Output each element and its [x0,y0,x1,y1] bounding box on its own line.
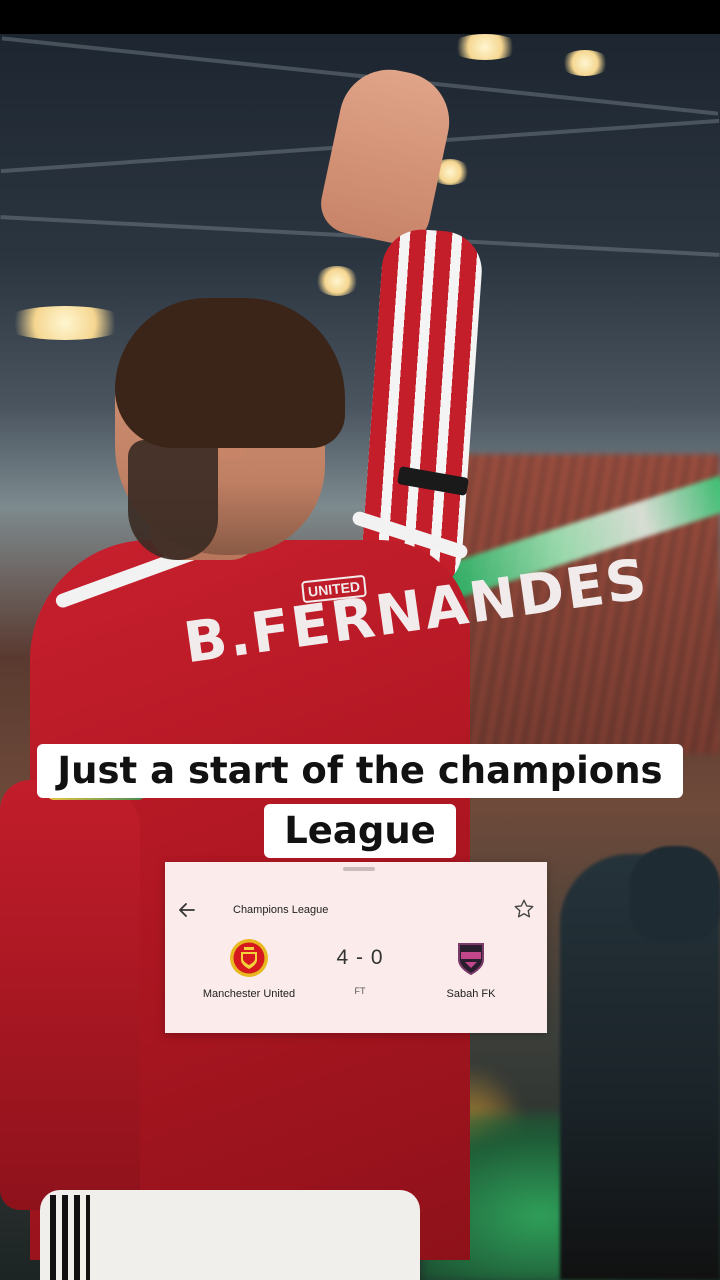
player-figure: UNITED B.FERNANDES [0,0,720,1280]
video-caption: Just a start of the champions League [0,744,720,858]
shorts-stripe [50,1195,90,1280]
star-icon[interactable] [513,898,535,924]
shorts [40,1190,420,1280]
beard [128,440,218,560]
match-status: FT [354,986,366,996]
raised-hand [315,60,459,250]
match-score: 4 - 0 [336,946,384,969]
away-team-name: Sabah FK [446,988,496,1000]
back-arrow-icon[interactable] [177,900,199,922]
hair [115,298,345,448]
match-result-card[interactable]: Champions League Manchester United 4 - 0… [165,862,547,1033]
home-team-name: Manchester United [202,988,296,1000]
away-team[interactable]: Sabah FK [411,938,531,1000]
drag-handle[interactable] [343,867,375,871]
manchester-united-crest-icon [229,938,269,978]
caption-line-1: Just a start of the champions [37,744,683,798]
competition-name: Champions League [233,904,329,916]
caption-line-2: League [264,804,456,858]
home-team[interactable]: Manchester United [189,938,309,1000]
sabah-fk-crest-icon [451,938,491,978]
